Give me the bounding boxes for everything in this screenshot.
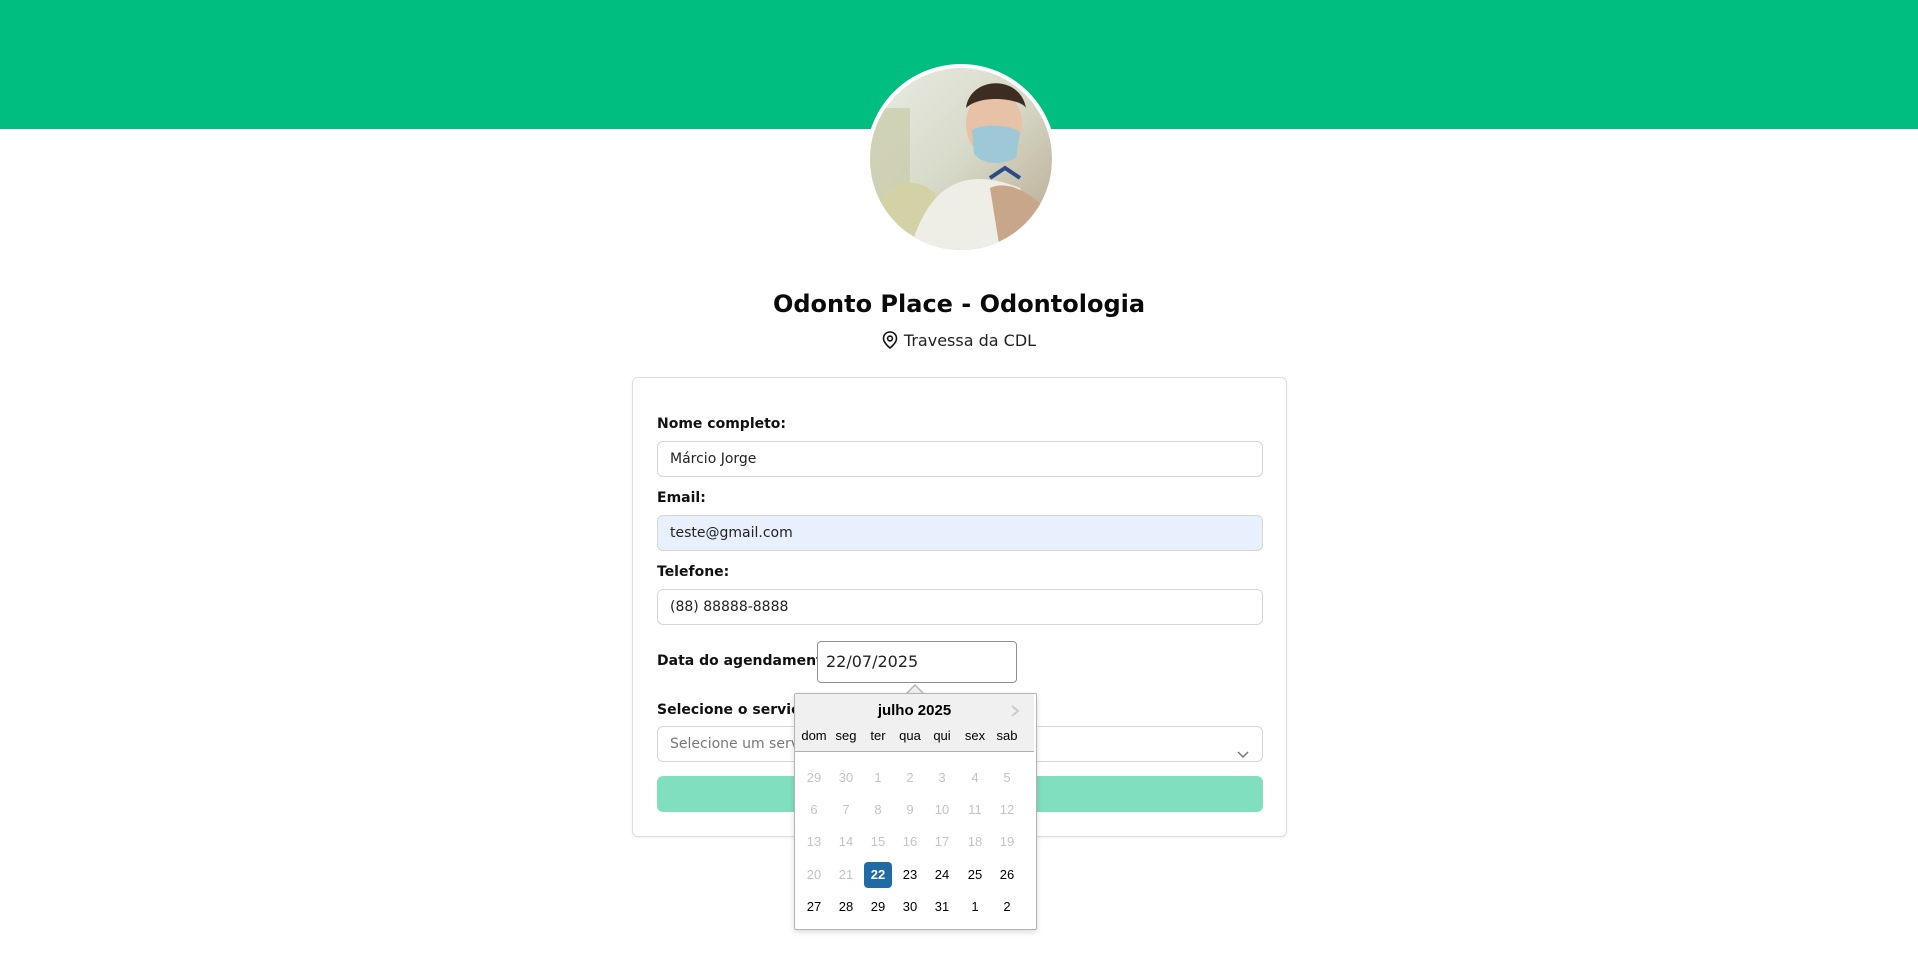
avatar-photo [870,68,1052,250]
weekday-label: dom [801,728,827,743]
name-input[interactable]: Márcio Jorge [657,441,1263,477]
calendar-day: 2 [906,770,914,785]
calendar-day: 13 [806,834,822,849]
calendar-day: 1 [874,770,882,785]
weekday-label: qui [933,728,951,743]
weekday-label: ter [870,728,886,743]
calendar-day: 17 [934,834,950,849]
calendar-day: 16 [902,834,918,849]
calendar-day: 29 [806,770,822,785]
datepicker-popup: julho 2025 dom seg ter qua qui sex sab 29 30 1 2 3 4… [794,693,1037,930]
calendar-day: 5 [1003,770,1011,785]
calendar-day: 30 [838,770,854,785]
calendar-day[interactable]: 25 [961,862,989,888]
calendar-day[interactable]: 23 [896,862,924,888]
calendar-day: 19 [999,834,1015,849]
calendar-day[interactable]: 24 [928,862,956,888]
name-label: Nome completo: [657,416,787,432]
weekday-label: seg [835,728,857,743]
phone-input[interactable]: (88) 88888-8888 [657,589,1263,625]
weekday-label: sab [996,728,1018,743]
calendar-day[interactable]: 2 [993,894,1021,920]
avatar [866,64,1056,254]
calendar-day: 12 [999,802,1015,817]
calendar-day[interactable]: 28 [832,894,860,920]
chevron-down-icon [1236,738,1250,772]
calendar-day: 3 [938,770,946,785]
date-input[interactable]: 22/07/2025 [817,641,1017,683]
calendar-day: 18 [967,834,983,849]
phone-label: Telefone: [657,564,730,580]
calendar-day[interactable]: 30 [896,894,924,920]
email-label: Email: [657,490,706,506]
calendar-day: 15 [870,834,886,849]
calendar-day: 10 [934,802,950,817]
service-label: Selecione o serviço: [657,702,815,718]
calendar-day[interactable]: 27 [800,894,828,920]
map-pin-icon [882,331,898,353]
next-month-chevron-icon[interactable] [1008,704,1022,718]
calendar-day[interactable]: 29 [864,894,892,920]
datepicker-month: julho 2025 [877,702,952,719]
calendar-day: 6 [810,802,818,817]
calendar-day: 7 [842,802,850,817]
address-text: Travessa da CDL [903,331,1037,350]
calendar-day: 4 [971,770,979,785]
business-address: Travessa da CDL [0,331,1918,353]
calendar-day[interactable]: 31 [928,894,956,920]
calendar-day: 9 [906,802,914,817]
calendar-day[interactable]: 26 [993,862,1021,888]
calendar-day[interactable]: 1 [961,894,989,920]
calendar-day: 14 [838,834,854,849]
weekday-label: sex [964,728,986,743]
email-input[interactable]: teste@gmail.com [657,515,1263,551]
calendar-day: 11 [968,802,982,817]
date-label: Data do agendamento: [657,653,838,669]
weekday-label: qua [899,728,921,743]
datepicker-header: julho 2025 [795,694,1034,752]
calendar-day-selected[interactable]: 22 [864,862,892,888]
business-name: Odonto Place - Odontologia [772,290,1146,318]
calendar-day: 21 [838,867,854,882]
calendar-day: 8 [874,802,882,817]
calendar-day: 20 [806,867,822,882]
